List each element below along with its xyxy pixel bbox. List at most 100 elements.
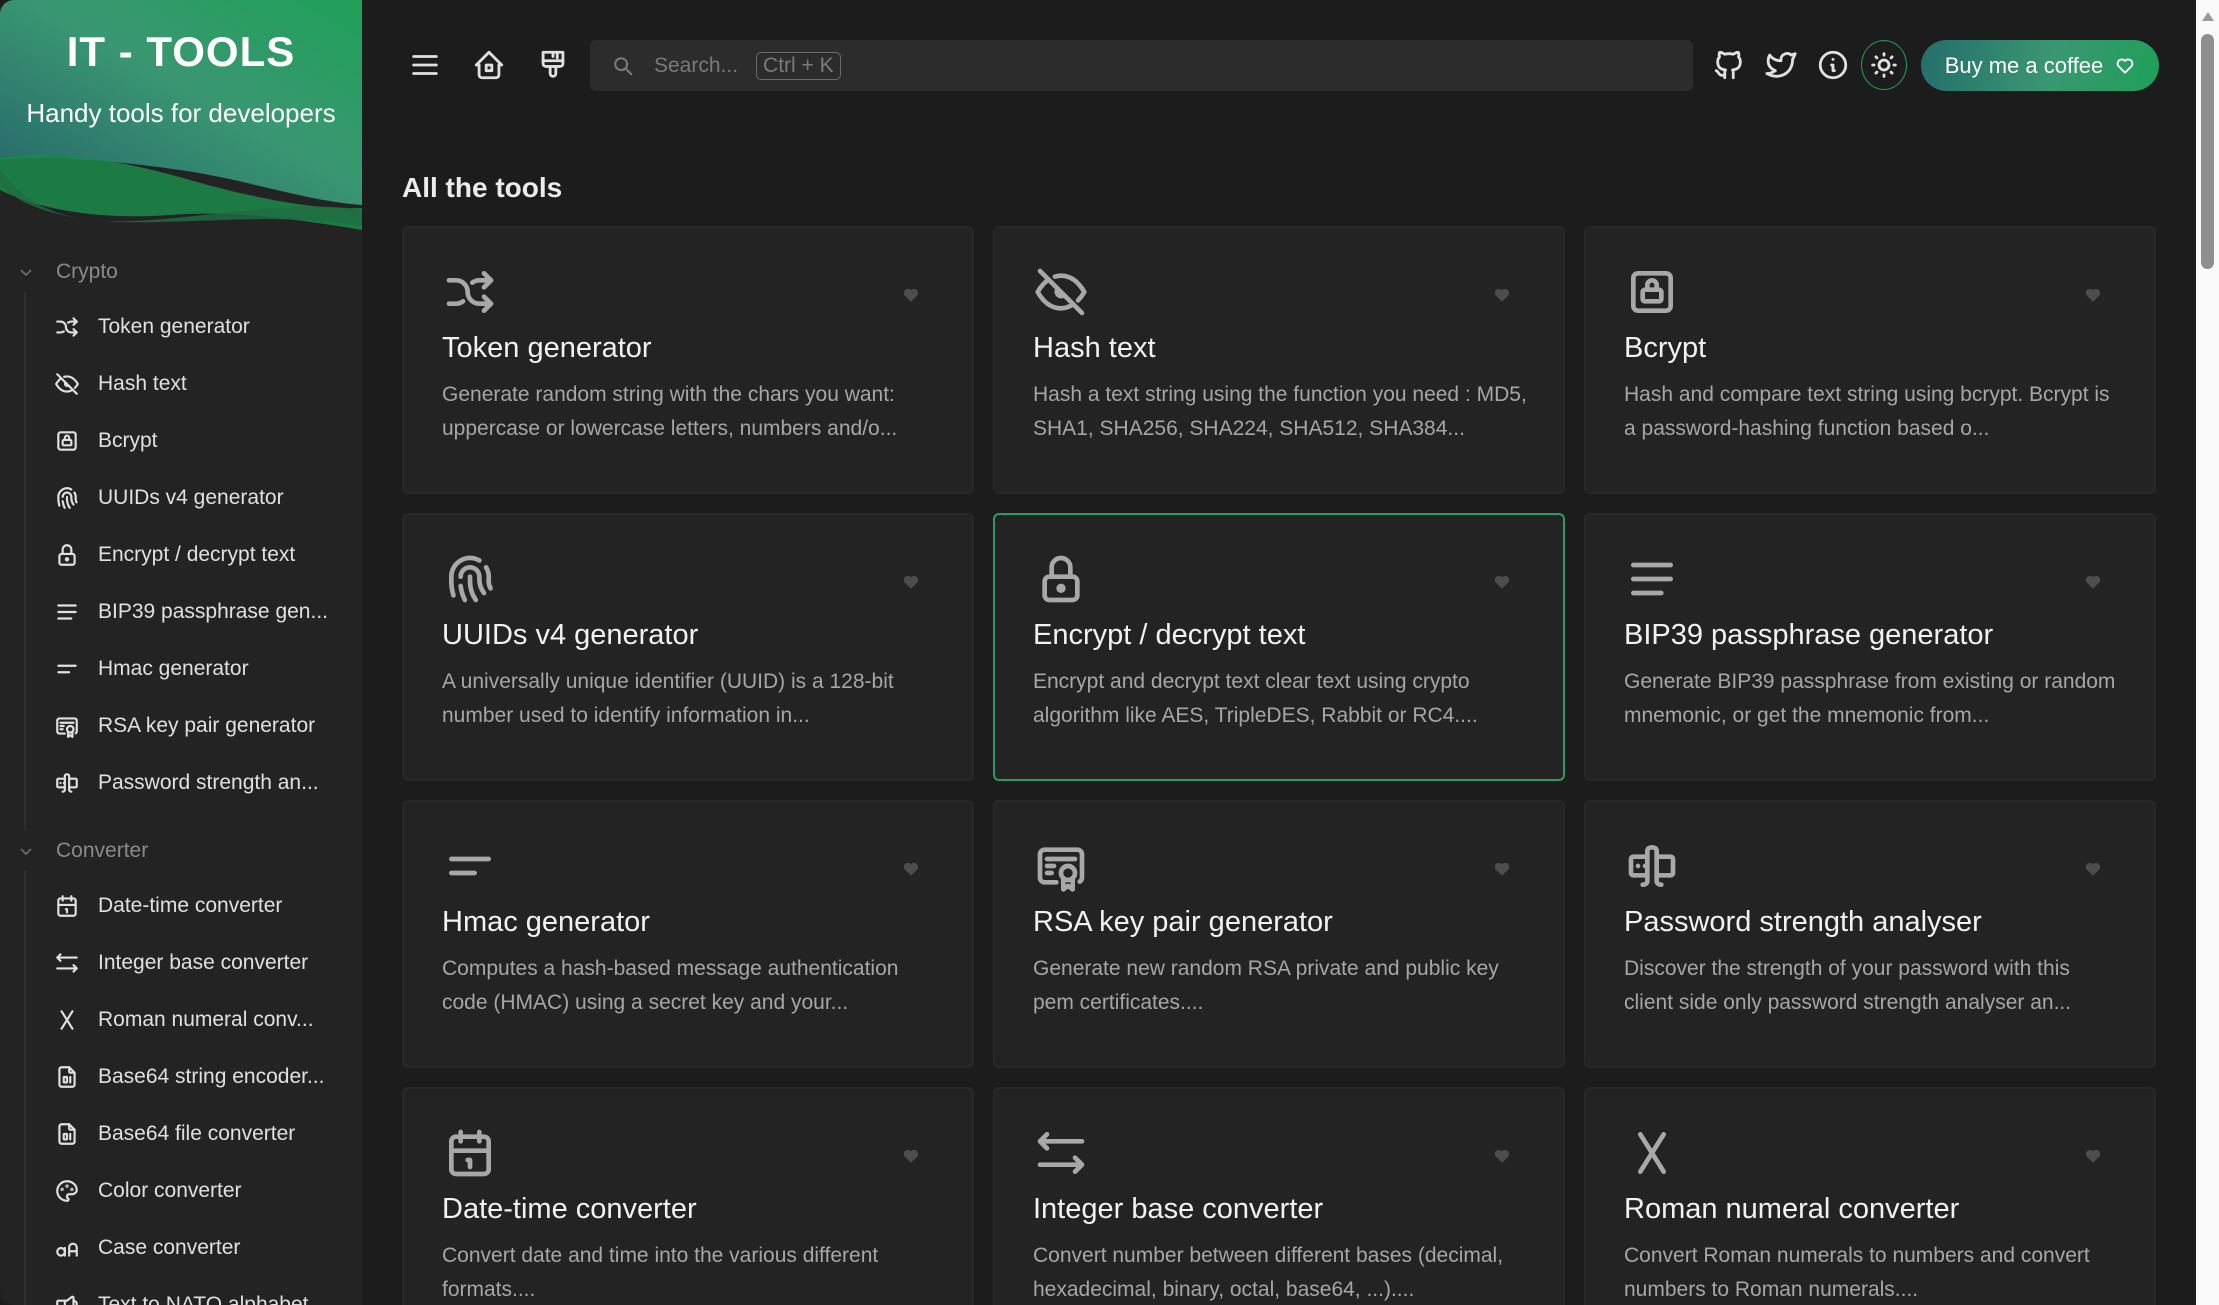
tool-card[interactable]: Date-time converter Convert date and time… <box>402 1087 974 1305</box>
github-icon <box>1714 50 1742 80</box>
favorite-heart-icon[interactable] <box>902 1147 920 1165</box>
menu-icon <box>412 55 438 75</box>
tool-card-title: Encrypt / decrypt text <box>1033 619 1306 651</box>
sidebar-item-password-strength-analyser[interactable]: Password strength an... <box>26 754 362 811</box>
favorite-heart-icon[interactable] <box>902 286 920 304</box>
brand-title[interactable]: IT - TOOLS <box>0 28 362 76</box>
coffee-label: Buy me a coffee <box>1944 52 2104 78</box>
tool-card-title: Integer base converter <box>1033 1193 1324 1225</box>
buy-me-a-coffee-button[interactable]: Buy me a coffee <box>1921 40 2159 91</box>
heart-icon <box>2116 58 2134 74</box>
lock-icon <box>1033 551 1089 607</box>
sidebar-item-bip39-passphrase-generator[interactable]: BIP39 passphrase gen... <box>26 583 362 640</box>
favorite-heart-icon[interactable] <box>1493 1147 1511 1165</box>
tool-card[interactable]: Token generator Generate random string wi… <box>402 226 974 494</box>
fingerprint-icon <box>442 551 498 607</box>
tool-card[interactable]: Encrypt / decrypt text Encrypt and decryp… <box>993 513 1565 781</box>
sidebar-item-label: Password strength an... <box>98 770 319 794</box>
palette-icon <box>54 1178 80 1204</box>
sidebar-item-label: Encrypt / decrypt text <box>98 542 296 566</box>
sidebar-item-hmac-generator[interactable]: Hmac generator <box>26 640 362 697</box>
twitter-link[interactable] <box>1760 44 1802 86</box>
lock-square-icon <box>54 428 80 454</box>
group-header-converter[interactable]: Converter <box>0 831 362 871</box>
home-icon <box>474 50 504 80</box>
password-field-icon <box>54 770 80 796</box>
search-input[interactable]: Search... Ctrl + K <box>590 40 1693 91</box>
sidebar-item-hash-text[interactable]: Hash text <box>26 355 362 412</box>
sidebar-item-label: Integer base converter <box>98 950 309 974</box>
file-binary-icon <box>54 1121 80 1147</box>
favorite-heart-icon[interactable] <box>1493 573 1511 591</box>
ui-lib-button[interactable] <box>532 44 574 86</box>
favorite-heart-icon[interactable] <box>2084 573 2102 591</box>
sidebar-item-date-time-converter[interactable]: Date-time converter <box>26 877 362 934</box>
about-button[interactable] <box>1812 44 1854 86</box>
tool-card-description: Discover the strength of your password w… <box>1624 957 2072 1014</box>
favorite-heart-icon[interactable] <box>1493 286 1511 304</box>
sidebar-header: IT - TOOLS Handy tools for developers <box>0 0 362 240</box>
sidebar-item-text-to-nato-alphabet[interactable]: Text to NATO alphabet <box>26 1276 362 1305</box>
tool-card[interactable]: Bcrypt Hash and compare text string using… <box>1584 226 2156 494</box>
brush-icon <box>541 50 565 78</box>
sidebar-item-token-generator[interactable]: Token generator <box>26 298 362 355</box>
menu-toggle-button[interactable] <box>404 44 446 86</box>
tool-card[interactable]: UUIDs v4 generator A universally unique i… <box>402 513 974 781</box>
sidebar: IT - TOOLS Handy tools for developers Cr… <box>0 0 362 1305</box>
search-icon <box>614 56 633 75</box>
sidebar-item-case-converter[interactable]: Case converter <box>26 1219 362 1276</box>
tool-card-description: A universally unique identifier (UUID) i… <box>442 670 894 727</box>
scroll-up-arrow-icon[interactable] <box>2202 12 2214 21</box>
group-items-crypto: Token generator Hash text Bcrypt UUIDs v… <box>24 292 362 831</box>
tool-card-title: BIP39 passphrase generator <box>1624 619 1994 651</box>
group-label: Converter <box>56 839 149 862</box>
page-scrollbar[interactable] <box>2196 0 2219 1305</box>
lock-icon <box>54 542 80 568</box>
group-header-crypto[interactable]: Crypto <box>0 252 362 292</box>
sidebar-item-integer-base-converter[interactable]: Integer base converter <box>26 934 362 991</box>
sidebar-item-bcrypt[interactable]: Bcrypt <box>26 412 362 469</box>
tool-card[interactable]: Hash text Hash a text string using the fu… <box>993 226 1565 494</box>
tool-card-title: RSA key pair generator <box>1033 906 1333 938</box>
favorite-heart-icon[interactable] <box>902 860 920 878</box>
sidebar-item-base64-string-encoder[interactable]: Base64 string encoder... <box>26 1048 362 1105</box>
favorite-heart-icon[interactable] <box>2084 1147 2102 1165</box>
favorite-heart-icon[interactable] <box>2084 286 2102 304</box>
arrows-left-right-icon <box>54 950 80 976</box>
tool-card-description: Encrypt and decrypt text clear text usin… <box>1033 670 1478 727</box>
tool-card[interactable]: RSA key pair generator Generate new rando… <box>993 800 1565 1068</box>
sidebar-item-color-converter[interactable]: Color converter <box>26 1162 362 1219</box>
tool-card-description: Generate new random RSA private and publ… <box>1033 957 1499 1014</box>
tool-card[interactable]: Password strength analyser Discover the s… <box>1584 800 2156 1068</box>
tool-card[interactable]: Roman numeral converter Convert Roman num… <box>1584 1087 2156 1305</box>
brand-subtitle: Handy tools for developers <box>26 98 336 128</box>
tool-card-title: Bcrypt <box>1624 332 1707 364</box>
sidebar-item-uuids-v4-generator[interactable]: UUIDs v4 generator <box>26 469 362 526</box>
tool-card[interactable]: BIP39 passphrase generator Generate BIP39… <box>1584 513 2156 781</box>
scrollbar-thumb[interactable] <box>2201 34 2214 269</box>
home-button[interactable] <box>468 44 510 86</box>
sidebar-item-base64-file-converter[interactable]: Base64 file converter <box>26 1105 362 1162</box>
sidebar-item-encrypt-decrypt-text[interactable]: Encrypt / decrypt text <box>26 526 362 583</box>
tool-card[interactable]: Integer base converter Convert number bet… <box>993 1087 1565 1305</box>
tool-card-description: Hash and compare text string using bcryp… <box>1624 383 2110 440</box>
info-circle-icon <box>1818 50 1848 80</box>
group-label: Crypto <box>56 260 118 283</box>
letter-x-icon <box>54 1007 80 1033</box>
tool-card[interactable]: Hmac generator Computes a hash-based mess… <box>402 800 974 1068</box>
letter-x-icon <box>1624 1125 1680 1181</box>
search-shortcut: Ctrl + K <box>756 51 841 80</box>
favorite-heart-icon[interactable] <box>2084 860 2102 878</box>
github-link[interactable] <box>1708 44 1750 86</box>
chevron-down-icon <box>20 269 32 277</box>
sidebar-item-rsa-key-pair-generator[interactable]: RSA key pair generator <box>26 697 362 754</box>
sidebar-item-roman-numeral-converter[interactable]: Roman numeral conv... <box>26 991 362 1048</box>
tool-card-title: Password strength analyser <box>1624 906 1982 938</box>
favorite-heart-icon[interactable] <box>902 573 920 591</box>
sidebar-item-label: Base64 string encoder... <box>98 1064 325 1088</box>
short-text-icon <box>442 838 498 894</box>
favorite-heart-icon[interactable] <box>1493 860 1511 878</box>
theme-toggle-button[interactable] <box>1861 40 1907 90</box>
tool-card-title: Token generator <box>442 332 652 364</box>
align-justified-icon <box>1624 551 1680 607</box>
